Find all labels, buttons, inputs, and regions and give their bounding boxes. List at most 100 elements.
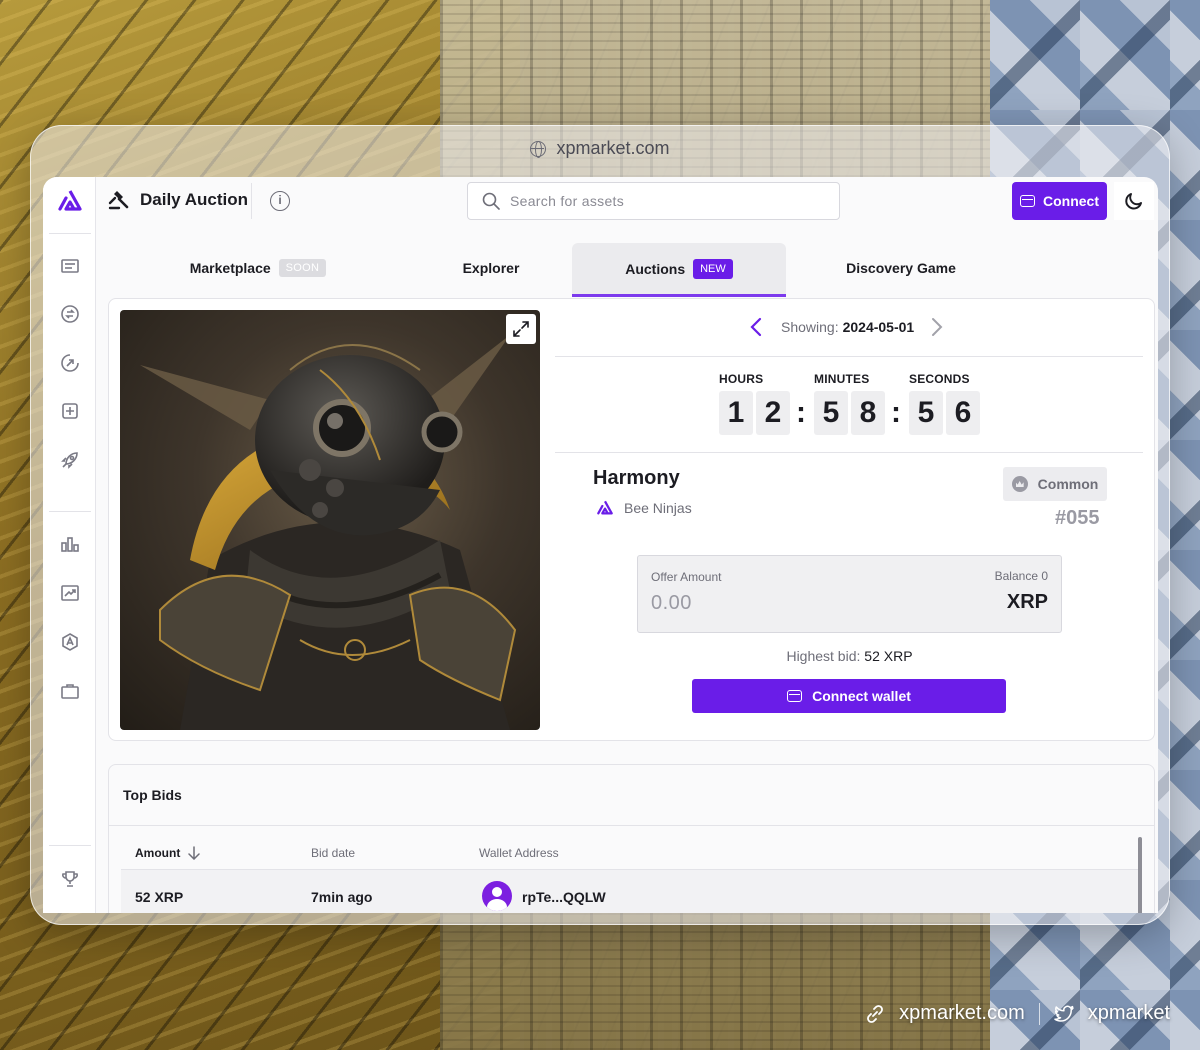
app-window: Daily Auction i Connect Marketplace SOON: [43, 177, 1158, 913]
tab-label: Auctions: [625, 260, 686, 277]
showing-label: Showing:: [781, 319, 839, 335]
launch-icon[interactable]: [59, 449, 81, 471]
search-box[interactable]: [467, 182, 840, 220]
expand-image-button[interactable]: [506, 314, 536, 344]
timer-digit: 8: [851, 391, 885, 435]
timer-digit: 5: [909, 391, 943, 435]
scrollbar[interactable]: [1138, 837, 1142, 913]
gavel-icon: [108, 191, 129, 210]
nft-name: Harmony: [593, 467, 680, 489]
globe-icon: [530, 140, 547, 158]
column-header-amount[interactable]: Amount: [135, 846, 201, 860]
news-icon[interactable]: [59, 255, 81, 277]
divider: [109, 825, 1154, 826]
chevron-left-icon[interactable]: [749, 317, 763, 337]
collection-link[interactable]: Bee Ninjas: [596, 500, 692, 516]
expand-icon: [513, 321, 529, 337]
chevron-right-icon[interactable]: [930, 317, 944, 337]
portfolio-icon[interactable]: [59, 680, 81, 702]
column-header-bid-date[interactable]: Bid date: [311, 846, 355, 860]
chart-bars-icon[interactable]: [59, 533, 81, 555]
showing-date: 2024-05-01: [842, 319, 915, 335]
bee-ninja-artwork: [140, 335, 517, 730]
twitter-icon: [1054, 1005, 1074, 1022]
timer-digit: 6: [946, 391, 980, 435]
nav-tabs: Marketplace SOON Explorer Auctions NEW D…: [96, 243, 1158, 297]
column-header-wallet[interactable]: Wallet Address: [479, 846, 559, 860]
timer-digit: 1: [719, 391, 753, 435]
connect-wallet-button[interactable]: Connect wallet: [692, 679, 1006, 713]
column-label: Amount: [135, 846, 181, 860]
trophy-icon[interactable]: [59, 868, 81, 890]
sidebar: [43, 177, 96, 913]
bid-date: 7min ago: [311, 889, 373, 905]
info-icon[interactable]: i: [270, 191, 290, 211]
wallet-icon: [1020, 195, 1035, 207]
sidebar-divider: [49, 511, 91, 512]
column-label: Bid date: [311, 846, 356, 860]
seconds-label: SECONDS: [909, 372, 970, 386]
url-text: xpmarket.com: [556, 138, 670, 158]
highest-bid: Highest bid: 52 XRP: [637, 648, 1062, 664]
timer-digit: 2: [756, 391, 790, 435]
column-label: Wallet Address: [479, 846, 559, 860]
timer-colon: :: [891, 396, 901, 429]
collection-logo-icon: [597, 500, 613, 515]
timer-digit: 5: [814, 391, 848, 435]
token-icon[interactable]: [59, 631, 81, 653]
create-icon[interactable]: [59, 400, 81, 422]
footer-divider: [1038, 1002, 1040, 1025]
currency-label: XRP: [1006, 591, 1048, 613]
highest-bid-value: 52 XRP: [864, 648, 913, 664]
wallet-icon: [787, 690, 803, 702]
wallet-address[interactable]: rpTe...QQLW: [522, 889, 606, 905]
footer-site[interactable]: xpmarket.com: [899, 1002, 1025, 1025]
swap-icon[interactable]: [59, 303, 81, 325]
trending-icon[interactable]: [59, 582, 81, 604]
top-bids-panel: Top Bids Amount Bid date Wallet Address …: [108, 764, 1155, 913]
collection-name: Bee Ninjas: [624, 500, 692, 516]
connect-wallet-label: Connect wallet: [812, 688, 911, 704]
link-icon: [867, 1004, 884, 1023]
tab-label: Marketplace: [189, 260, 271, 276]
sidebar-divider: [49, 845, 91, 846]
minutes-label: MINUTES: [814, 372, 870, 386]
top-bar: Daily Auction i Connect: [96, 177, 1158, 225]
tab-marketplace[interactable]: Marketplace SOON: [161, 243, 355, 293]
moon-icon: [1125, 193, 1142, 210]
highest-bid-label: Highest bid:: [786, 648, 861, 664]
divider: [555, 452, 1143, 453]
balance-label: Balance 0: [994, 569, 1048, 583]
offer-amount-input[interactable]: [651, 592, 871, 615]
date-navigation: Showing: 2024-05-01: [749, 317, 944, 337]
nft-image[interactable]: [120, 310, 540, 730]
connect-button[interactable]: Connect: [1012, 182, 1107, 220]
header-divider: [251, 183, 252, 219]
theme-toggle-button[interactable]: [1114, 182, 1154, 220]
tab-label: Discovery Game: [846, 260, 956, 276]
explore-icon[interactable]: [59, 352, 81, 374]
divider: [555, 356, 1143, 357]
table-row[interactable]: [121, 870, 1140, 913]
tab-discovery-game[interactable]: Discovery Game: [786, 243, 1016, 293]
search-input[interactable]: [510, 193, 810, 209]
offer-amount-field[interactable]: Offer Amount Balance 0 XRP: [637, 555, 1062, 633]
sidebar-divider: [49, 233, 91, 234]
tab-label: Explorer: [462, 260, 520, 276]
auction-card: Showing: 2024-05-01 HOURS MINUTES SECOND…: [108, 298, 1155, 741]
rarity-badge: Common: [1003, 467, 1107, 501]
avatar: [482, 881, 512, 911]
token-number: #055: [1055, 507, 1100, 529]
xpmarket-logo-icon[interactable]: [57, 189, 83, 215]
new-badge: NEW: [693, 258, 733, 279]
soon-badge: SOON: [278, 259, 327, 277]
timer-colon: :: [796, 396, 806, 429]
tab-auctions[interactable]: Auctions NEW: [572, 243, 786, 297]
footer-twitter[interactable]: xpmarket: [1088, 1002, 1170, 1025]
offer-amount-label: Offer Amount: [651, 570, 722, 584]
crown-icon: [1011, 476, 1028, 492]
url-bar[interactable]: xpmarket.com: [0, 138, 1200, 159]
search-icon: [482, 192, 500, 210]
footer: xpmarket.com xpmarket: [865, 1002, 1170, 1025]
hours-label: HOURS: [719, 372, 764, 386]
